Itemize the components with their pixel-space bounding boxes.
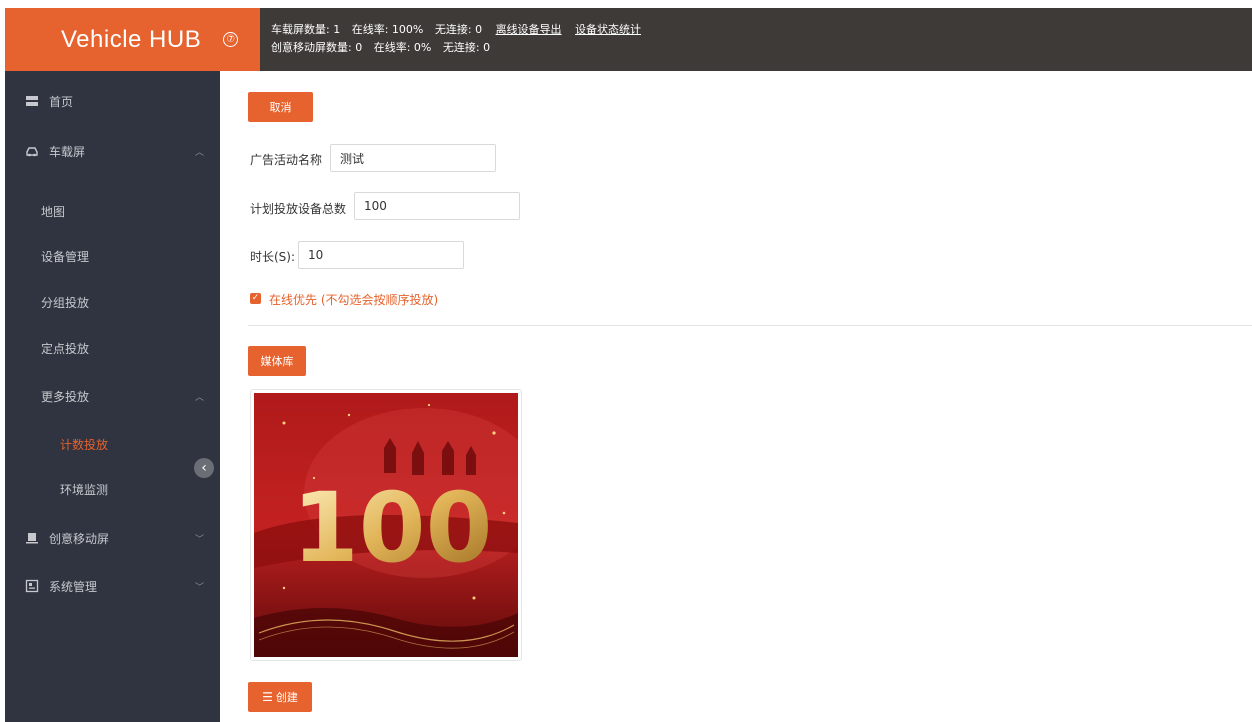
planned-devices-label: 计划投放设备总数 bbox=[250, 202, 347, 216]
campaign-name-label: 广告活动名称 bbox=[250, 153, 323, 167]
campaign-name-input[interactable]: 测试 bbox=[330, 144, 496, 172]
list-icon: ☰ bbox=[262, 690, 273, 704]
system-icon bbox=[25, 579, 39, 593]
sidebar-item-label: 分组投放 bbox=[41, 295, 90, 310]
online-rate-label: 在线率 bbox=[351, 23, 385, 36]
question-circle-icon[interactable]: ⑦ bbox=[223, 32, 239, 47]
creative-online-rate-value: 0% bbox=[413, 41, 432, 54]
media-image: 100 bbox=[254, 393, 518, 657]
brand-area: Vehicle HUB ⑦ bbox=[5, 8, 260, 71]
vehicle-screen-stats: 车载屏数量: 1 在线率: 100% 无连接: 0 离线设备导出 设备状态统计 bbox=[271, 23, 642, 36]
sidebar-item-fixed-delivery[interactable]: 定点投放 bbox=[5, 333, 220, 363]
bus-icon bbox=[26, 533, 38, 544]
media-thumbnail[interactable]: 100 bbox=[250, 389, 522, 661]
stats-bar: 车载屏数量: 1 在线率: 100% 无连接: 0 离线设备导出 设备状态统计 … bbox=[260, 8, 1252, 71]
device-status-link[interactable]: 设备状态统计 bbox=[575, 23, 641, 36]
creative-offline-count: 0 bbox=[483, 41, 491, 54]
duration-input[interactable]: 10 bbox=[298, 241, 464, 269]
sidebar-collapse-button[interactable]: ‹ bbox=[194, 458, 214, 478]
media-library-button[interactable]: 媒体库 bbox=[248, 346, 306, 376]
chevron-down-icon: ﹀ bbox=[195, 582, 205, 593]
online-rate-value: 100% bbox=[391, 23, 424, 36]
section-divider bbox=[248, 325, 1252, 326]
sidebar-item-label: 更多投放 bbox=[41, 389, 90, 404]
creative-screen-count: 0 bbox=[355, 41, 363, 54]
vehicle-screen-count: 1 bbox=[333, 23, 341, 36]
dashboard-icon bbox=[26, 96, 38, 106]
media-image-text: 100 bbox=[292, 472, 492, 584]
vehicle-screen-count-label: 车载屏数量 bbox=[271, 23, 326, 36]
sidebar: 首页 车载屏 ︿ 地图 设备管理 分组投放 定点投放 更多投放 ︿ 计数投放 环… bbox=[5, 71, 220, 722]
duration-label: 时长(S): bbox=[250, 250, 296, 264]
sidebar-item-label: 首页 bbox=[49, 94, 74, 109]
sidebar-item-label: 车载屏 bbox=[49, 144, 86, 159]
creative-online-rate-label: 在线率 bbox=[373, 41, 407, 54]
sidebar-item-label: 计数投放 bbox=[60, 437, 109, 452]
online-first-label[interactable]: 在线优先 (不勾选会按顺序投放) bbox=[269, 291, 438, 308]
planned-devices-input[interactable]: 100 bbox=[354, 192, 520, 220]
sidebar-item-vehicle-screen[interactable]: 车载屏 ︿ bbox=[5, 136, 220, 166]
sidebar-item-label: 地图 bbox=[41, 204, 66, 219]
sidebar-item-label: 创意移动屏 bbox=[49, 531, 110, 546]
creative-offline-label: 无连接 bbox=[442, 41, 476, 54]
sidebar-item-device-management[interactable]: 设备管理 bbox=[5, 241, 220, 271]
sidebar-item-label: 环境监测 bbox=[60, 482, 109, 497]
create-button-label: 创建 bbox=[275, 691, 298, 704]
chevron-up-icon: ︿ bbox=[195, 392, 205, 403]
sidebar-item-home[interactable]: 首页 bbox=[5, 86, 220, 116]
top-bar: Vehicle HUB ⑦ 车载屏数量: 1 在线率: 100% 无连接: 0 … bbox=[0, 8, 1252, 71]
sidebar-item-env-monitor[interactable]: 环境监测 bbox=[5, 474, 220, 504]
chevron-down-icon: ﹀ bbox=[195, 534, 205, 545]
sidebar-item-group-delivery[interactable]: 分组投放 bbox=[5, 287, 220, 317]
sidebar-item-label: 设备管理 bbox=[41, 249, 90, 264]
creative-screen-stats: 创意移动屏数量: 0 在线率: 0% 无连接: 0 bbox=[271, 41, 491, 54]
chevron-up-icon: ︿ bbox=[195, 147, 205, 158]
sidebar-item-creative-screen[interactable]: 创意移动屏 ﹀ bbox=[5, 523, 220, 553]
online-first-checkbox[interactable]: ✓ bbox=[250, 293, 261, 304]
car-icon bbox=[26, 147, 38, 157]
sidebar-item-map[interactable]: 地图 bbox=[5, 196, 220, 226]
export-offline-link[interactable]: 离线设备导出 bbox=[496, 23, 562, 36]
sidebar-item-count-delivery[interactable]: 计数投放 bbox=[5, 429, 220, 459]
svg-text:100: 100 bbox=[292, 472, 492, 584]
sidebar-item-label: 定点投放 bbox=[41, 341, 90, 356]
offline-count: 0 bbox=[475, 23, 483, 36]
create-button[interactable]: ☰ 创建 bbox=[248, 682, 312, 712]
cancel-button[interactable]: 取消 bbox=[248, 92, 313, 122]
creative-screen-count-label: 创意移动屏数量 bbox=[271, 41, 348, 54]
app-title[interactable]: Vehicle HUB bbox=[61, 26, 201, 54]
chevron-left-icon: ‹ bbox=[201, 460, 207, 476]
sidebar-item-label: 系统管理 bbox=[49, 579, 98, 594]
sidebar-item-system-management[interactable]: 系统管理 ﹀ bbox=[5, 571, 220, 601]
sidebar-item-more-delivery[interactable]: 更多投放 ︿ bbox=[5, 381, 220, 411]
offline-label: 无连接 bbox=[434, 23, 468, 36]
